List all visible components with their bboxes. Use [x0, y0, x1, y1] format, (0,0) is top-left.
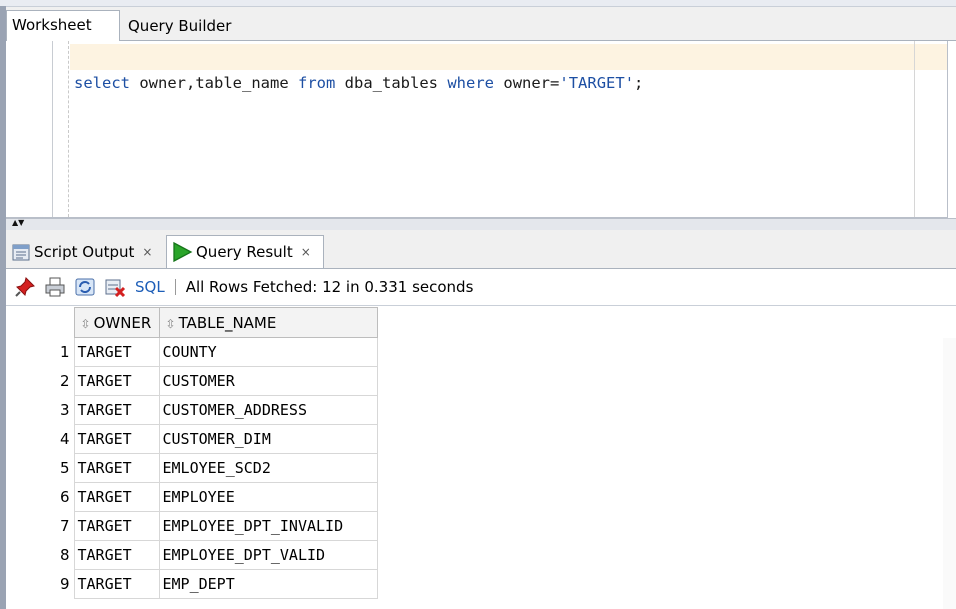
cell-owner[interactable]: TARGET: [74, 338, 159, 367]
cell-owner[interactable]: TARGET: [74, 367, 159, 396]
current-line-highlight: [70, 44, 947, 70]
cell-table-name[interactable]: EMPLOYEE_DPT_VALID: [159, 541, 377, 570]
cell-owner[interactable]: TARGET: [74, 483, 159, 512]
clear-icon[interactable]: [104, 276, 126, 298]
sort-icon[interactable]: ⇳: [81, 317, 91, 331]
column-header-owner[interactable]: ⇳OWNER: [74, 308, 159, 338]
result-grid: ⇳OWNER ⇳TABLE_NAME 1TARGETCOUNTY 2TARGET…: [6, 307, 378, 599]
cell-table-name[interactable]: COUNTY: [159, 338, 377, 367]
row-number: 1: [6, 338, 74, 367]
code-table: dba_tables: [345, 74, 438, 92]
code-literal: 'TARGET': [559, 74, 634, 92]
sort-icon[interactable]: ⇳: [166, 317, 176, 331]
grid-header-row: ⇳OWNER ⇳TABLE_NAME: [6, 308, 377, 338]
editor-gutter: [6, 41, 53, 217]
table-row[interactable]: 6TARGETEMPLOYEE: [6, 483, 377, 512]
tab-query-builder[interactable]: Query Builder: [128, 17, 231, 35]
code-columns: owner,table_name: [139, 74, 288, 92]
toolbar-separator: [175, 279, 176, 295]
pin-icon[interactable]: [14, 276, 36, 298]
run-play-icon: [171, 241, 193, 263]
cell-owner[interactable]: TARGET: [74, 454, 159, 483]
table-row[interactable]: 2TARGETCUSTOMER: [6, 367, 377, 396]
table-row[interactable]: 5TARGETEMLOYEE_SCD2: [6, 454, 377, 483]
kw-from: from: [298, 74, 335, 92]
cell-table-name[interactable]: CUSTOMER: [159, 367, 377, 396]
cell-owner[interactable]: TARGET: [74, 425, 159, 454]
print-icon[interactable]: [44, 276, 66, 298]
cell-table-name[interactable]: EMP_DEPT: [159, 570, 377, 599]
row-number: 3: [6, 396, 74, 425]
tab-script-output-label: Script Output: [34, 243, 134, 261]
script-output-icon: [11, 242, 31, 262]
tab-worksheet[interactable]: Worksheet: [6, 10, 120, 41]
row-number: 6: [6, 483, 74, 512]
refresh-icon[interactable]: [74, 276, 96, 298]
table-row[interactable]: 9TARGETEMP_DEPT: [6, 570, 377, 599]
cell-table-name[interactable]: EMLOYEE_SCD2: [159, 454, 377, 483]
cell-table-name[interactable]: CUSTOMER_DIM: [159, 425, 377, 454]
column-header-table-name[interactable]: ⇳TABLE_NAME: [159, 308, 377, 338]
split-arrows-icon[interactable]: ▲▼: [12, 218, 24, 228]
cell-owner[interactable]: TARGET: [74, 396, 159, 425]
top-strip: [0, 0, 956, 7]
tab-query-result[interactable]: Query Result ×: [166, 235, 324, 268]
code-column: owner: [503, 74, 550, 92]
row-number: 8: [6, 541, 74, 570]
cell-table-name[interactable]: EMPLOYEE: [159, 483, 377, 512]
code-operator: =: [550, 74, 559, 92]
cell-table-name[interactable]: CUSTOMER_ADDRESS: [159, 396, 377, 425]
row-number-header: [6, 308, 74, 338]
editor-right-margin: [914, 41, 915, 217]
cell-owner[interactable]: TARGET: [74, 541, 159, 570]
vertical-scrollbar[interactable]: [943, 338, 956, 609]
gutter-fold-line: [68, 41, 69, 217]
close-icon[interactable]: ×: [142, 245, 152, 259]
cell-owner[interactable]: TARGET: [74, 570, 159, 599]
row-number: 4: [6, 425, 74, 454]
row-number: 5: [6, 454, 74, 483]
tab-query-result-label: Query Result: [196, 243, 293, 261]
result-toolbar: SQL All Rows Fetched: 12 in 0.331 second…: [6, 269, 956, 306]
table-row[interactable]: 3TARGETCUSTOMER_ADDRESS: [6, 396, 377, 425]
column-header-owner-label: OWNER: [94, 314, 152, 332]
column-header-table-name-label: TABLE_NAME: [179, 314, 277, 332]
cell-owner[interactable]: TARGET: [74, 512, 159, 541]
table-row[interactable]: 7TARGETEMPLOYEE_DPT_INVALID: [6, 512, 377, 541]
tab-script-output[interactable]: Script Output ×: [11, 235, 152, 268]
cell-table-name[interactable]: EMPLOYEE_DPT_INVALID: [159, 512, 377, 541]
kw-select: select: [74, 74, 130, 92]
sql-link[interactable]: SQL: [135, 278, 165, 296]
close-icon[interactable]: ×: [301, 245, 311, 259]
code-terminator: ;: [634, 74, 643, 92]
sql-code-line[interactable]: select owner,table_name from dba_tables …: [74, 74, 643, 92]
row-number: 7: [6, 512, 74, 541]
kw-where: where: [447, 74, 494, 92]
table-row[interactable]: 4TARGETCUSTOMER_DIM: [6, 425, 377, 454]
fetch-status: All Rows Fetched: 12 in 0.331 seconds: [186, 278, 474, 296]
table-row[interactable]: 1TARGETCOUNTY: [6, 338, 377, 367]
row-number: 2: [6, 367, 74, 396]
table-row[interactable]: 8TARGETEMPLOYEE_DPT_VALID: [6, 541, 377, 570]
editor-border: [947, 41, 948, 221]
row-number: 9: [6, 570, 74, 599]
